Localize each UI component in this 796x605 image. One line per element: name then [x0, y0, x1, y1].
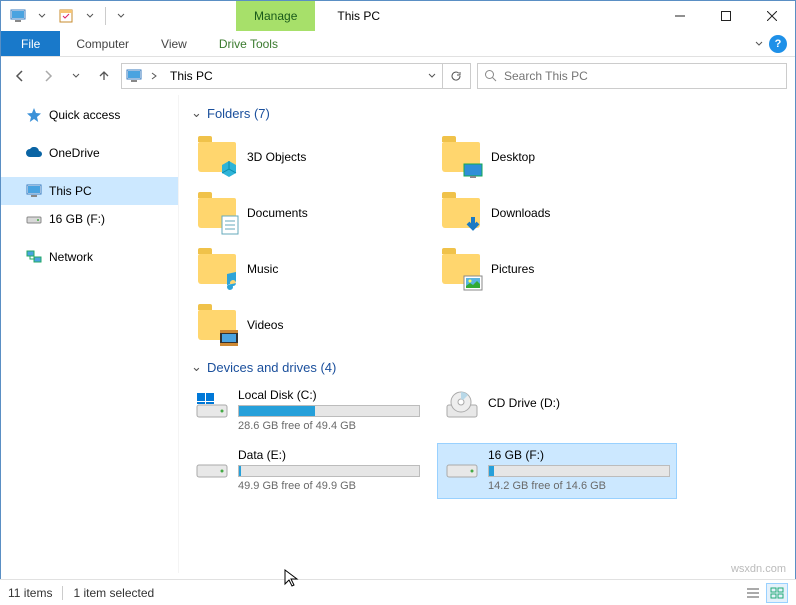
cloud-icon [25, 144, 43, 162]
sidebar-item-network[interactable]: Network [1, 243, 178, 271]
window-title: This PC [315, 1, 657, 31]
help-icon[interactable]: ? [769, 35, 787, 53]
drive-name: 16 GB (F:) [488, 448, 670, 462]
quick-access-toolbar [1, 1, 138, 31]
forward-button[interactable] [37, 65, 59, 87]
status-selected-count: 1 item selected [73, 586, 154, 600]
cd-drive-icon [444, 388, 480, 424]
sidebar-item-label: 16 GB (F:) [49, 212, 105, 226]
title-bar: Manage This PC [1, 1, 795, 31]
drive-local-disk-c[interactable]: Local Disk (C:) 28.6 GB free of 49.4 GB [187, 383, 427, 439]
folder-icon [197, 193, 237, 233]
refresh-button[interactable] [442, 64, 468, 88]
capacity-bar [238, 465, 420, 477]
folder-3d-objects[interactable]: 3D Objects [187, 129, 431, 185]
navigation-pane: Quick access OneDrive This PC 16 GB (F:)… [1, 95, 179, 573]
back-button[interactable] [9, 65, 31, 87]
recent-locations-icon[interactable] [65, 65, 87, 87]
main-area: Quick access OneDrive This PC 16 GB (F:)… [1, 95, 795, 573]
minimize-button[interactable] [657, 1, 703, 31]
chevron-right-icon[interactable] [144, 72, 164, 80]
drive-cd-d[interactable]: CD Drive (D:) [437, 383, 677, 439]
folder-music[interactable]: Music [187, 241, 431, 297]
drive-icon [444, 448, 480, 484]
folder-icon [441, 249, 481, 289]
folder-videos[interactable]: Videos [187, 297, 675, 353]
drive-icon [25, 210, 43, 228]
address-bar[interactable]: This PC [121, 63, 471, 89]
qat-dropdown-icon[interactable] [79, 5, 101, 27]
sidebar-item-label: Quick access [49, 108, 120, 122]
sidebar-item-this-pc[interactable]: This PC [1, 177, 178, 205]
drive-data-e[interactable]: Data (E:) 49.9 GB free of 49.9 GB [187, 443, 427, 499]
sidebar-item-onedrive[interactable]: OneDrive [1, 139, 178, 167]
folder-icon [441, 193, 481, 233]
star-icon [25, 106, 43, 124]
expand-ribbon-icon[interactable] [755, 37, 763, 51]
sidebar-item-label: OneDrive [49, 146, 100, 160]
drive-free-text: 14.2 GB free of 14.6 GB [488, 480, 670, 492]
properties-icon[interactable] [55, 5, 77, 27]
status-item-count: 11 items [8, 586, 52, 600]
pc-icon [124, 66, 144, 86]
folder-icon [197, 305, 237, 345]
chevron-down-icon: ⌄ [191, 105, 203, 121]
sidebar-item-label: This PC [49, 184, 92, 198]
folder-documents[interactable]: Documents [187, 185, 431, 241]
sidebar-item-drive-f[interactable]: 16 GB (F:) [1, 205, 178, 233]
separator [105, 7, 106, 25]
pc-icon [25, 182, 43, 200]
drive-16gb-f[interactable]: 16 GB (F:) 14.2 GB free of 14.6 GB [437, 443, 677, 499]
folder-icon [197, 249, 237, 289]
drive-free-text: 49.9 GB free of 49.9 GB [238, 480, 420, 492]
chevron-down-icon: ⌄ [191, 359, 203, 375]
sidebar-item-label: Network [49, 250, 93, 264]
watermark: wsxdn.com [731, 563, 786, 575]
computer-tab[interactable]: Computer [60, 31, 145, 56]
details-view-button[interactable] [742, 583, 764, 603]
view-tab[interactable]: View [145, 31, 203, 56]
manage-contextual-tab[interactable]: Manage [236, 1, 315, 31]
address-text: This PC [164, 69, 422, 83]
pc-icon[interactable] [7, 5, 29, 27]
drive-name: Local Disk (C:) [238, 388, 420, 402]
ribbon-tabs: File Computer View Drive Tools ? [1, 31, 795, 57]
drive-icon [194, 388, 230, 424]
network-icon [25, 248, 43, 266]
large-icons-view-button[interactable] [766, 583, 788, 603]
drive-icon [194, 448, 230, 484]
search-input[interactable] [504, 69, 780, 83]
qat-customize-icon[interactable] [110, 5, 132, 27]
search-icon [484, 69, 498, 83]
status-bar: 11 items 1 item selected [0, 579, 796, 605]
search-box[interactable] [477, 63, 787, 89]
sidebar-item-quick-access[interactable]: Quick access [1, 101, 178, 129]
capacity-bar [488, 465, 670, 477]
drive-tools-tab[interactable]: Drive Tools [203, 31, 294, 56]
address-dropdown-icon[interactable] [422, 73, 442, 79]
group-header-folders[interactable]: ⌄ Folders (7) [191, 105, 787, 121]
separator [62, 586, 63, 600]
drive-name: CD Drive (D:) [488, 396, 670, 410]
folder-icon [197, 137, 237, 177]
folder-icon [441, 137, 481, 177]
file-tab[interactable]: File [1, 31, 60, 56]
folder-downloads[interactable]: Downloads [431, 185, 675, 241]
qat-dropdown-icon[interactable] [31, 5, 53, 27]
navigation-bar: This PC [1, 57, 795, 95]
drive-name: Data (E:) [238, 448, 420, 462]
content-pane: ⌄ Folders (7) 3D Objects Desktop Documen… [179, 95, 795, 573]
group-header-drives[interactable]: ⌄ Devices and drives (4) [191, 359, 787, 375]
folder-desktop[interactable]: Desktop [431, 129, 675, 185]
folder-pictures[interactable]: Pictures [431, 241, 675, 297]
capacity-bar [238, 405, 420, 417]
up-button[interactable] [93, 65, 115, 87]
drive-free-text: 28.6 GB free of 49.4 GB [238, 420, 420, 432]
close-button[interactable] [749, 1, 795, 31]
maximize-button[interactable] [703, 1, 749, 31]
